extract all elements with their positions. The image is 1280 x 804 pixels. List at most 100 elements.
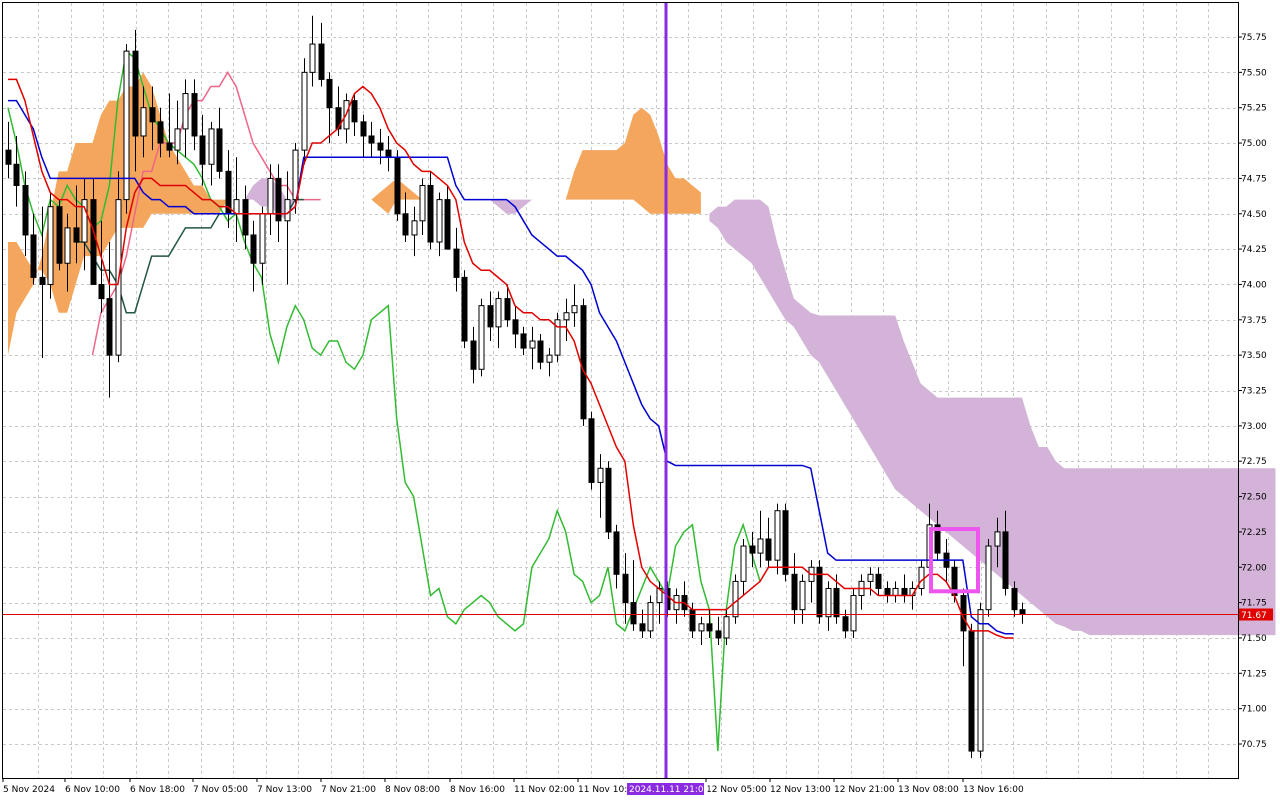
candle[interactable]: [478, 298, 485, 377]
candle-body: [39, 276, 46, 285]
candle[interactable]: [977, 602, 984, 759]
y-tick-label: 73.50: [1241, 351, 1267, 361]
candle-body: [1019, 609, 1026, 615]
candle[interactable]: [580, 298, 587, 426]
candle-body: [73, 227, 80, 243]
x-tick-label: 12 Nov 21:00: [834, 785, 895, 795]
x-tick-label: 6 Nov 18:00: [130, 785, 185, 795]
candle-body: [630, 602, 637, 625]
candle[interactable]: [123, 44, 130, 214]
candle[interactable]: [554, 312, 561, 363]
x-tick-label: 7 Nov 13:00: [257, 785, 312, 795]
candle-body: [470, 340, 477, 370]
candle-body: [174, 128, 181, 151]
candle-body: [149, 107, 156, 123]
candle-body: [825, 587, 832, 618]
y-tick-label: 72.00: [1241, 563, 1267, 573]
x-tick-label: 8 Nov 16:00: [450, 785, 505, 795]
x-tick-label: 8 Nov 08:00: [385, 785, 440, 795]
candle[interactable]: [56, 199, 63, 271]
candle-body: [461, 276, 468, 342]
candle-body: [427, 184, 434, 243]
candle-body: [259, 213, 266, 264]
candle-body: [385, 149, 392, 158]
candle-body: [698, 623, 705, 632]
y-tick-label: 74.75: [1241, 174, 1267, 184]
candle-body: [5, 149, 12, 165]
candle-body: [571, 305, 578, 314]
candle-body: [13, 163, 20, 186]
candle-body: [901, 587, 908, 597]
y-tick-label: 71.50: [1241, 634, 1267, 644]
candle-body: [22, 184, 29, 236]
candle-body: [689, 609, 696, 632]
candle-body: [782, 510, 789, 575]
candle[interactable]: [588, 411, 595, 490]
x-tick-label: 12 Nov 13:00: [770, 785, 831, 795]
candle[interactable]: [47, 192, 54, 299]
candle-body: [1002, 531, 1009, 589]
candle-body: [875, 573, 882, 589]
candle-body: [850, 595, 857, 632]
candle-body: [301, 71, 308, 151]
y-tick-label: 74.50: [1241, 210, 1267, 220]
candle[interactable]: [985, 538, 992, 617]
y-tick-label: 72.50: [1241, 493, 1267, 503]
candle-body: [47, 206, 54, 285]
candle-body: [182, 93, 189, 130]
candle-body: [478, 305, 485, 370]
candle-body: [411, 220, 418, 236]
candle[interactable]: [301, 58, 308, 165]
candle-body: [749, 545, 756, 554]
candle-body: [318, 43, 325, 80]
y-tick-label: 71.00: [1241, 705, 1267, 715]
candle-body: [639, 623, 646, 632]
candle-body: [918, 566, 925, 589]
candle-body: [723, 616, 730, 639]
candle-body: [867, 573, 874, 582]
candle-body: [267, 177, 274, 215]
candle[interactable]: [968, 623, 975, 759]
marker-time-badge[interactable]: 2024.11.11 21:00: [627, 783, 710, 795]
ichimoku-candlestick-chart[interactable]: 75.75 75.50 75.25 75.00 74.75 74.50 74.25 74.00…: [0, 0, 1280, 800]
y-tick-label: 71.75: [1241, 599, 1267, 609]
current-price-badge: 71.67: [1239, 608, 1273, 621]
candle-body: [622, 573, 629, 604]
y-tick-label: 74.25: [1241, 245, 1267, 255]
candle-body: [1011, 587, 1018, 611]
candle-body: [757, 538, 764, 554]
candle-body: [444, 199, 451, 250]
candle[interactable]: [732, 574, 739, 624]
candle-body: [360, 121, 367, 137]
x-tick-label: 7 Nov 21:00: [321, 785, 376, 795]
candle-body: [504, 298, 511, 321]
candle-body: [394, 156, 401, 215]
candle-body: [242, 199, 249, 236]
candle[interactable]: [605, 461, 612, 539]
candle-body: [377, 142, 384, 151]
candle-body: [30, 234, 37, 278]
candle-body: [250, 234, 257, 264]
candle-body: [56, 206, 63, 264]
x-tick-label: 5 Nov 2024: [3, 785, 55, 795]
candle[interactable]: [394, 150, 401, 221]
candle-body: [546, 354, 553, 363]
x-tick-label: 11 Nov 02:00: [514, 785, 575, 795]
y-tick-label: 73.75: [1241, 316, 1267, 326]
candle[interactable]: [461, 270, 468, 349]
candle-body: [123, 50, 130, 201]
y-tick-label: 75.75: [1241, 33, 1267, 43]
candle-body: [985, 545, 992, 611]
candle[interactable]: [782, 503, 789, 582]
candle-body: [208, 128, 215, 165]
candle-body: [157, 121, 164, 144]
y-tick-label: 73.25: [1241, 387, 1267, 397]
candle-body: [436, 199, 443, 243]
candle-body: [166, 142, 173, 151]
candle-body: [563, 312, 570, 321]
candle[interactable]: [850, 588, 857, 638]
chart-canvas[interactable]: 75.75 75.50 75.25 75.00 74.75 74.50 74.25 74.00…: [0, 0, 1280, 800]
x-tick-label: 12 Nov 05:00: [706, 785, 767, 795]
y-tick-label: 75.25: [1241, 104, 1267, 114]
candle-body: [419, 184, 426, 222]
